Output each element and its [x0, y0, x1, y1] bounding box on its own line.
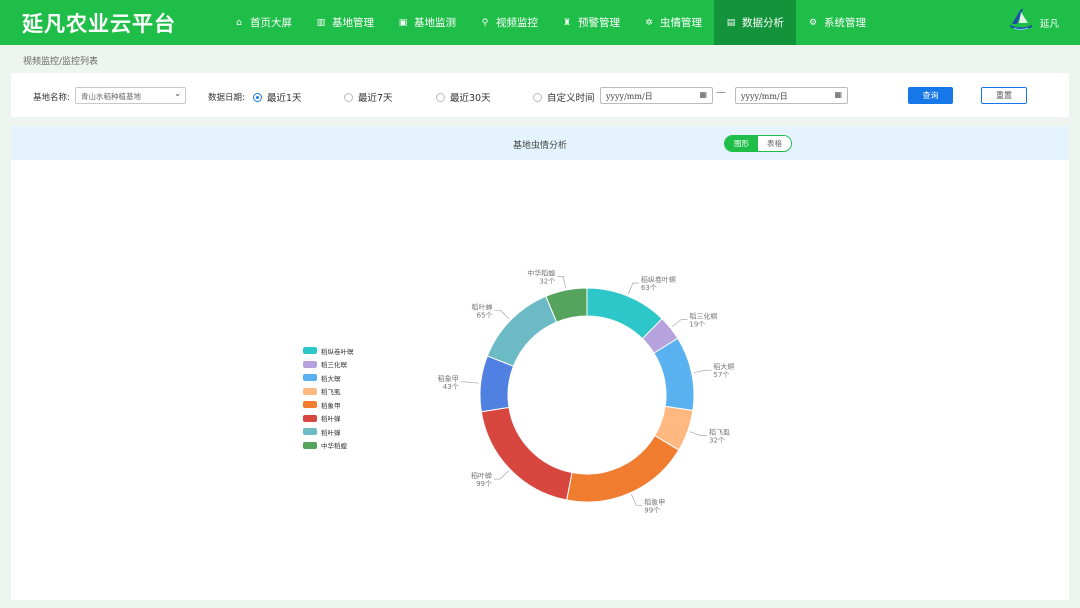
slice-name-label: 稻象甲: [438, 374, 459, 383]
label-leader-line: [557, 276, 566, 289]
label-leader-line: [689, 431, 707, 436]
slice-value-label: 57个: [713, 371, 729, 379]
slice-value-label: 43个: [443, 383, 459, 391]
slice-value-label: 63个: [641, 284, 657, 292]
slice-name-label: 稻象甲: [644, 497, 665, 506]
slice-name-label: 稻飞虱: [709, 428, 730, 437]
slice-value-label: 99个: [476, 480, 492, 488]
donut-slice[interactable]: [566, 434, 680, 503]
label-leader-line: [628, 282, 639, 295]
label-leader-line: [494, 310, 510, 319]
slice-name-label: 稻叶蝉: [471, 471, 492, 480]
donut-slice[interactable]: [480, 406, 573, 501]
slice-name-label: 稻三化螟: [689, 311, 717, 320]
donut-slice[interactable]: [653, 337, 695, 412]
slice-value-label: 99个: [644, 506, 660, 514]
label-leader-line: [494, 470, 509, 480]
slice-name-label: 稻纵卷叶螟: [641, 275, 676, 284]
label-leader-line: [631, 494, 643, 506]
slice-value-label: 32个: [539, 277, 555, 285]
slice-name-label: 稻大螟: [713, 362, 734, 371]
donut-chart: 稻纵卷叶螟63个稻三化螟19个稻大螟57个稻飞虱32个稻象甲99个稻叶蝉99个稻…: [438, 268, 735, 514]
slice-name-label: 中华稻蝗: [527, 268, 555, 277]
slice-value-label: 32个: [709, 437, 725, 445]
donut-slice[interactable]: [486, 295, 558, 367]
slice-value-label: 19个: [689, 320, 705, 328]
slice-value-label: 65个: [477, 311, 493, 319]
label-leader-line: [671, 319, 688, 328]
label-leader-line: [693, 369, 712, 373]
slice-name-label: 稻叶蝉: [472, 302, 493, 311]
label-leader-line: [460, 381, 479, 384]
